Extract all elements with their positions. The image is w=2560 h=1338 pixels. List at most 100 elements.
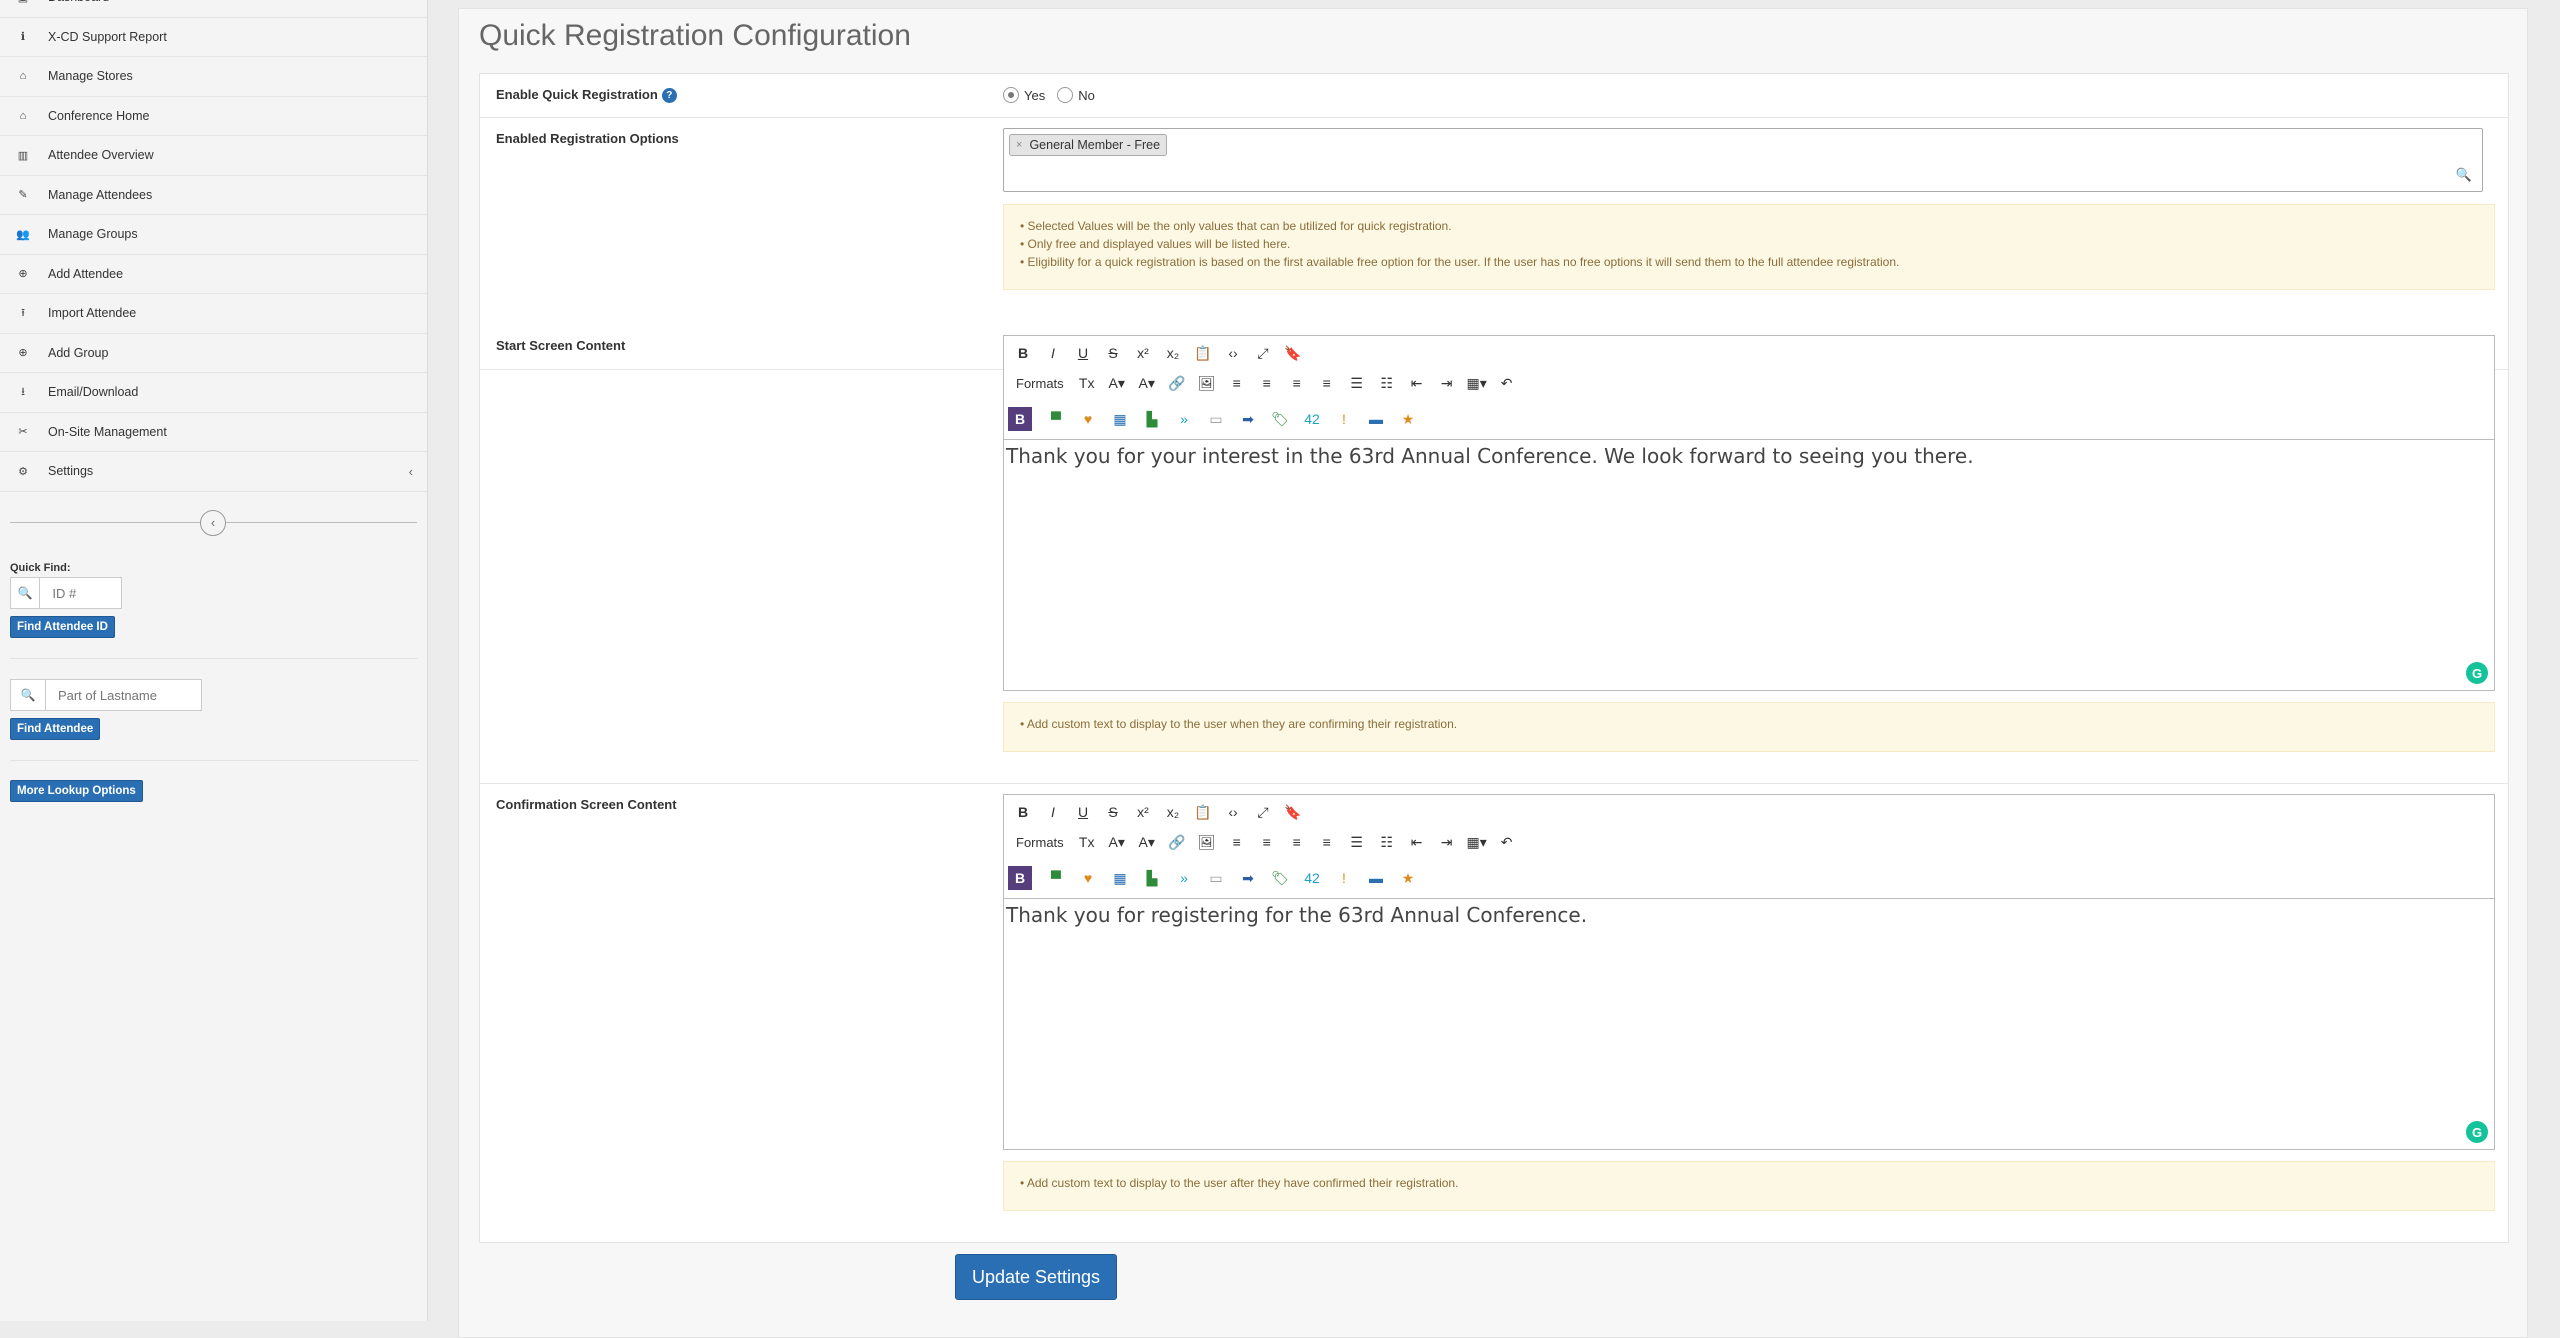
sidebar-item-add-attendee[interactable]: ⊕ Add Attendee xyxy=(0,255,427,294)
code-icon[interactable]: ‹› xyxy=(1218,798,1248,826)
italic-icon[interactable]: I xyxy=(1038,339,1068,367)
image-icon[interactable]: 🖼 xyxy=(1192,828,1222,856)
alert-icon[interactable]: ! xyxy=(1328,405,1360,433)
code-icon[interactable]: ‹› xyxy=(1218,339,1248,367)
bootstrap-icon[interactable]: B xyxy=(1008,407,1032,431)
find-attendee-button[interactable]: Find Attendee xyxy=(10,718,101,740)
snippet-icon[interactable]: ▭ xyxy=(1200,405,1232,433)
undo-icon[interactable]: ↶ xyxy=(1492,369,1522,397)
indent-icon[interactable]: ⇥ xyxy=(1432,828,1462,856)
radio-yes[interactable]: Yes xyxy=(1003,87,1045,103)
snippet-icon[interactable]: ▭ xyxy=(1200,864,1232,892)
image-icon[interactable]: 🖼 xyxy=(1192,369,1222,397)
outdent-icon[interactable]: ⇤ xyxy=(1402,828,1432,856)
bookmark-icon[interactable]: 🔖 xyxy=(1278,339,1308,367)
link-icon[interactable]: 🔗 xyxy=(1162,828,1192,856)
background-color-icon[interactable]: A▾ xyxy=(1132,828,1162,856)
heart-icon[interactable]: ♥ xyxy=(1072,405,1104,433)
table-grid-icon[interactable]: ▦ xyxy=(1104,864,1136,892)
bullet-list-icon[interactable]: ☰ xyxy=(1342,369,1372,397)
bold-icon[interactable]: B xyxy=(1008,798,1038,826)
radio-dot-selected[interactable] xyxy=(1003,87,1019,103)
subscript-icon[interactable]: x₂ xyxy=(1158,339,1188,367)
clear-format-icon[interactable]: Tx xyxy=(1072,369,1102,397)
clear-format-icon[interactable]: Tx xyxy=(1072,828,1102,856)
editor-content[interactable]: Thank you for your interest in the 63rd … xyxy=(1004,440,2494,690)
search-icon[interactable]: 🔍 xyxy=(2456,167,2472,183)
subscript-icon[interactable]: x₂ xyxy=(1158,798,1188,826)
align-justify-icon[interactable]: ≡ xyxy=(1312,369,1342,397)
arrow-button-icon[interactable]: ➡ xyxy=(1232,864,1264,892)
grammarly-icon[interactable]: G xyxy=(2466,1121,2488,1143)
sidebar-item-on-site-management[interactable]: ✂ On-Site Management xyxy=(0,413,427,452)
badge-icon[interactable]: 42 xyxy=(1296,864,1328,892)
collapse-sidebar-button[interactable]: ‹ xyxy=(200,509,226,536)
tag-icon[interactable]: 🏷 xyxy=(1264,405,1296,433)
bold-icon[interactable]: B xyxy=(1008,339,1038,367)
sidebar-item-manage-stores[interactable]: ⌂ Manage Stores xyxy=(0,57,427,97)
background-color-icon[interactable]: A▾ xyxy=(1132,369,1162,397)
fullscreen-icon[interactable]: ⤢ xyxy=(1248,798,1278,826)
table-icon[interactable]: ▦▾ xyxy=(1462,828,1492,856)
sidebar-item-conference-home[interactable]: ⌂ Conference Home xyxy=(0,97,427,136)
tag-icon[interactable]: 🏷 xyxy=(1264,864,1296,892)
align-left-icon[interactable]: ≡ xyxy=(1222,369,1252,397)
radio-no[interactable]: No xyxy=(1057,87,1095,103)
formats-dropdown[interactable]: Formats xyxy=(1008,828,1072,856)
radio-dot[interactable] xyxy=(1057,87,1074,103)
align-center-icon[interactable]: ≡ xyxy=(1252,369,1282,397)
lastname-input[interactable] xyxy=(45,680,201,710)
link-icon[interactable]: 🔗 xyxy=(1162,369,1192,397)
attendee-id-input[interactable] xyxy=(40,578,121,608)
formats-dropdown[interactable]: Formats xyxy=(1008,369,1072,397)
sidebar-item-dashboard[interactable]: ▣ Dashboard xyxy=(0,0,427,18)
underline-icon[interactable]: U xyxy=(1068,798,1098,826)
align-right-icon[interactable]: ≡ xyxy=(1282,369,1312,397)
arrow-button-icon[interactable]: ➡ xyxy=(1232,405,1264,433)
panel-icon[interactable]: ▬ xyxy=(1360,405,1392,433)
layout-icon[interactable]: ▙ xyxy=(1136,405,1168,433)
table-icon[interactable]: ▦▾ xyxy=(1462,369,1492,397)
sidebar-item-x-cd-support-report[interactable]: ℹ X-CD Support Report xyxy=(0,18,427,57)
star-icon[interactable]: ★ xyxy=(1392,864,1424,892)
outdent-icon[interactable]: ⇤ xyxy=(1402,369,1432,397)
paste-icon[interactable]: 📋 xyxy=(1188,798,1218,826)
star-icon[interactable]: ★ xyxy=(1392,405,1424,433)
align-center-icon[interactable]: ≡ xyxy=(1252,828,1282,856)
superscript-icon[interactable]: x² xyxy=(1128,798,1158,826)
more-lookup-options-button[interactable]: More Lookup Options xyxy=(10,780,143,802)
sidebar-item-manage-groups[interactable]: 👥 Manage Groups xyxy=(0,215,427,255)
undo-icon[interactable]: ↶ xyxy=(1492,828,1522,856)
forward-icon[interactable]: » xyxy=(1168,864,1200,892)
bullet-list-icon[interactable]: ☰ xyxy=(1342,828,1372,856)
underline-icon[interactable]: U xyxy=(1068,339,1098,367)
bookmark-icon[interactable]: 🔖 xyxy=(1278,798,1308,826)
sidebar-item-add-group[interactable]: ⊕ Add Group xyxy=(0,334,427,373)
chevron-left-icon[interactable]: ‹ xyxy=(409,464,413,479)
forward-icon[interactable]: » xyxy=(1168,405,1200,433)
bootstrap-icon[interactable]: B xyxy=(1008,866,1032,890)
find-attendee-id-button[interactable]: Find Attendee ID xyxy=(10,616,115,638)
update-settings-button[interactable]: Update Settings xyxy=(955,1254,1117,1300)
strikethrough-icon[interactable]: S xyxy=(1098,798,1128,826)
strikethrough-icon[interactable]: S xyxy=(1098,339,1128,367)
text-color-icon[interactable]: A▾ xyxy=(1102,369,1132,397)
paste-icon[interactable]: 📋 xyxy=(1188,339,1218,367)
sidebar-item-email-download[interactable]: ⭳ Email/Download xyxy=(0,373,427,413)
grammarly-icon[interactable]: G xyxy=(2466,662,2488,684)
align-right-icon[interactable]: ≡ xyxy=(1282,828,1312,856)
heart-icon[interactable]: ♥ xyxy=(1072,864,1104,892)
text-color-icon[interactable]: A▾ xyxy=(1102,828,1132,856)
table-grid-icon[interactable]: ▦ xyxy=(1104,405,1136,433)
fullscreen-icon[interactable]: ⤢ xyxy=(1248,339,1278,367)
align-left-icon[interactable]: ≡ xyxy=(1222,828,1252,856)
sidebar-item-manage-attendees[interactable]: ✎ Manage Attendees xyxy=(0,176,427,215)
indent-icon[interactable]: ⇥ xyxy=(1432,369,1462,397)
layout-icon[interactable]: ▙ xyxy=(1136,864,1168,892)
template-icon[interactable]: ▀ xyxy=(1040,864,1072,892)
alert-icon[interactable]: ! xyxy=(1328,864,1360,892)
remove-tag-icon[interactable]: × xyxy=(1016,139,1022,151)
panel-icon[interactable]: ▬ xyxy=(1360,864,1392,892)
registration-options-select[interactable]: × General Member - Free 🔍 xyxy=(1003,128,2483,192)
sidebar-item-import-attendee[interactable]: ⭱ Import Attendee xyxy=(0,294,427,334)
